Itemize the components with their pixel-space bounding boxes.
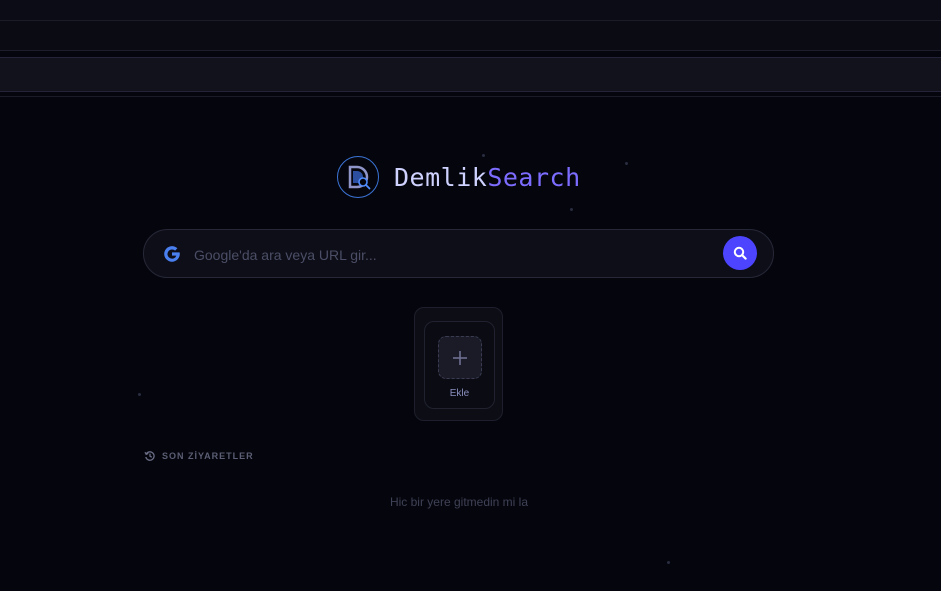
google-g-icon — [164, 246, 180, 262]
add-shortcut-button[interactable]: Ekle — [424, 321, 495, 409]
brand-name-part2: Search — [487, 162, 581, 192]
brand-logo: DemlikSearch — [337, 155, 581, 199]
recent-visits-header: SON ZİYARETLER — [144, 450, 254, 462]
add-shortcut-icon-box — [438, 336, 482, 379]
search-button[interactable] — [723, 236, 757, 270]
search-bar — [143, 229, 774, 278]
tab-bar — [0, 21, 941, 51]
address-bar-area — [0, 57, 941, 92]
search-icon — [733, 246, 747, 260]
recent-visits-empty-message: Hic bir yere gitmedin mi la — [389, 495, 529, 509]
recent-visits-title: SON ZİYARETLER — [162, 451, 254, 461]
background-dot — [570, 208, 573, 211]
background-dot — [625, 162, 628, 165]
history-icon — [144, 451, 155, 461]
shortcut-container: Ekle — [414, 307, 503, 421]
title-bar — [0, 0, 941, 21]
plus-icon — [453, 350, 467, 365]
toolbar-divider — [0, 96, 941, 97]
add-shortcut-label: Ekle — [449, 388, 470, 399]
logo-mark-icon — [337, 156, 379, 198]
background-dot — [667, 561, 670, 564]
background-dot — [138, 393, 141, 396]
brand-name: DemlikSearch — [394, 163, 581, 192]
brand-name-part1: Demlik — [394, 162, 488, 192]
new-tab-page: DemlikSearch Ekle — [0, 0, 941, 591]
search-input[interactable] — [192, 242, 716, 268]
